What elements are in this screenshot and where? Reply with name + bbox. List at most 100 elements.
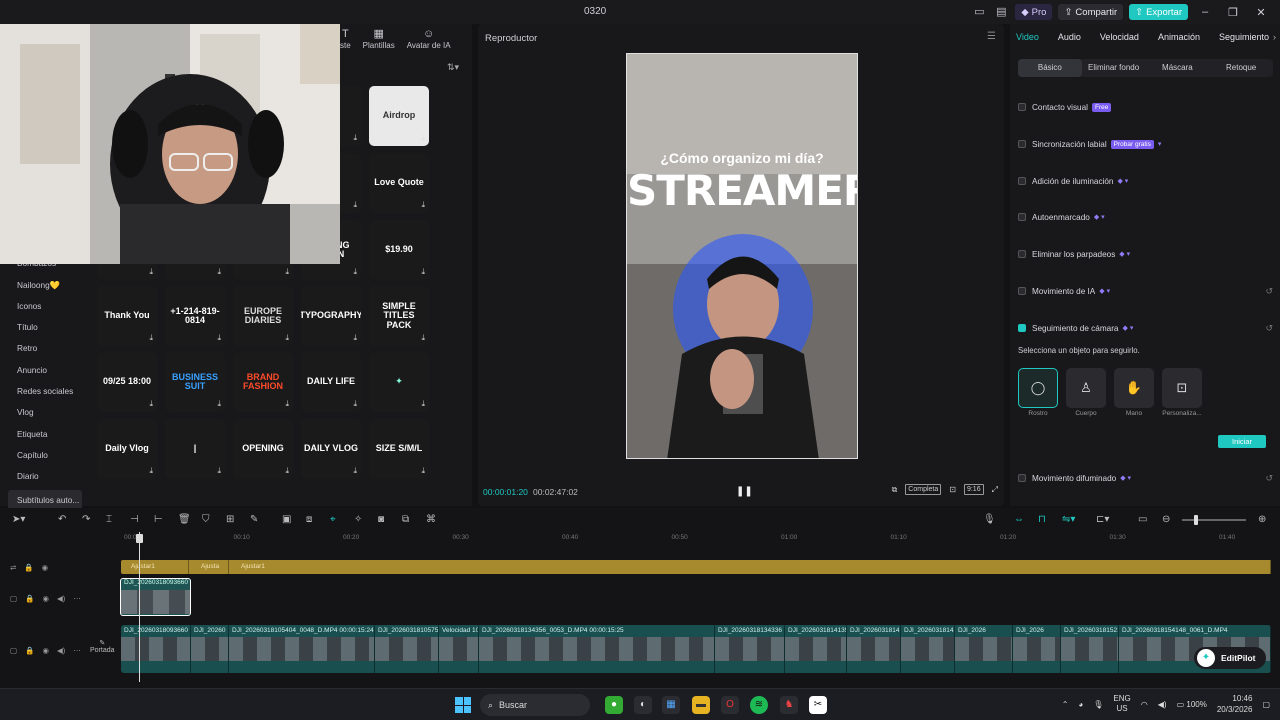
- magnet-icon[interactable]: ⊓: [1038, 514, 1046, 525]
- wifi-icon[interactable]: ◠: [1141, 700, 1148, 709]
- more-icon[interactable]: ⋯: [73, 646, 81, 655]
- property-row[interactable]: Autoenmarcado ◆ ▾: [1018, 209, 1273, 225]
- preview-icon[interactable]: ⊏▾: [1096, 514, 1109, 525]
- taskbar-search[interactable]: ⌕ Buscar: [480, 694, 590, 716]
- volume-icon[interactable]: ◀): [1158, 700, 1167, 709]
- timeline-clip[interactable]: DJI_20260318105404_0048_D.MP4 00:00:15:2…: [229, 625, 375, 673]
- timeline-clip[interactable]: DJI_20260318134336: [715, 625, 785, 673]
- undo-icon[interactable]: ↶: [58, 514, 66, 525]
- download-icon[interactable]: ⤓: [353, 267, 357, 277]
- property-checkbox[interactable]: [1018, 250, 1026, 258]
- lock-icon[interactable]: 🔒: [24, 563, 33, 572]
- pen-icon[interactable]: ✎: [250, 514, 258, 525]
- reset-icon[interactable]: ↺: [1265, 286, 1273, 297]
- timeline-clip[interactable]: DJI_20260318105752_004: [375, 625, 439, 673]
- snap-icon[interactable]: ⇋▾: [1062, 514, 1075, 525]
- monitor-icon[interactable]: ▤: [993, 5, 1009, 19]
- shield-icon[interactable]: ⛉: [202, 514, 210, 525]
- pause-button[interactable]: ❚❚: [736, 486, 753, 497]
- template-tile[interactable]: 09/25 18:00 ⤓: [97, 352, 157, 412]
- select-icon[interactable]: ➤▾: [12, 514, 25, 525]
- adjust-clip[interactable]: Ajusta: [191, 560, 229, 574]
- template-tile[interactable]: DAILY LIFE ⤓: [301, 352, 361, 412]
- download-icon[interactable]: ⤓: [149, 399, 153, 409]
- menu-icon[interactable]: ☰: [987, 31, 996, 42]
- category-item[interactable]: Retro: [8, 338, 82, 359]
- start-button[interactable]: Iniciar: [1218, 435, 1266, 448]
- template-tile[interactable]: SIZE S/M/L ⤓: [369, 419, 429, 479]
- time-ruler[interactable]: 00:00 00:10 00:20 00:30 00:40 00:50 01:00 01:10…: [122, 532, 1280, 546]
- follow-option-cuerpo[interactable]: ♙: [1066, 368, 1106, 408]
- property-row[interactable]: Contacto visual Free: [1018, 99, 1273, 115]
- adjust-clip[interactable]: Ajustar1: [121, 560, 189, 574]
- notification-icon[interactable]: ▢: [1262, 700, 1270, 709]
- audio-icon[interactable]: ◀): [57, 646, 65, 655]
- maximize-icon[interactable]: ❐: [1222, 6, 1244, 19]
- timeline-clip[interactable]: DJI_2026: [1013, 625, 1061, 673]
- template-tile[interactable]: +1-214-819-0814 ⤓: [165, 286, 225, 346]
- mask-icon[interactable]: ◙: [378, 514, 384, 525]
- tab-animación[interactable]: Animación: [1158, 32, 1200, 42]
- template-tile[interactable]: DAILY VLOG ⤓: [301, 419, 361, 479]
- blur-motion-row[interactable]: Movimiento difuminado ◆ ▾ ↺: [1018, 470, 1273, 486]
- battery-indicator[interactable]: ▭ 100%: [1177, 700, 1207, 709]
- playhead[interactable]: [139, 532, 140, 682]
- copilot-icon[interactable]: ◐: [634, 696, 652, 714]
- split-icon[interactable]: ⌶: [106, 514, 112, 525]
- category-item[interactable]: Capítulo: [8, 445, 82, 466]
- minimize-icon[interactable]: –: [1194, 6, 1216, 18]
- download-icon[interactable]: ⤓: [217, 267, 221, 277]
- category-item[interactable]: Título: [8, 317, 82, 338]
- template-tile[interactable]: | ⤓: [165, 419, 225, 479]
- trim-right-icon[interactable]: ⊢: [154, 514, 163, 525]
- crop-icon[interactable]: ⧉: [892, 485, 898, 495]
- subtab-item[interactable]: Retoque: [1209, 59, 1273, 77]
- audio-icon[interactable]: ◀): [57, 594, 65, 603]
- eye-icon[interactable]: ◉: [42, 563, 49, 572]
- fullscreen-icon[interactable]: ⤢: [992, 485, 998, 495]
- subtab-item[interactable]: Máscara: [1146, 59, 1210, 77]
- windows-start-icon[interactable]: [455, 697, 471, 713]
- freeze-icon[interactable]: ⧈: [306, 514, 312, 525]
- magic-icon[interactable]: ✧: [354, 514, 362, 525]
- template-tile[interactable]: ✦ ⤓: [369, 352, 429, 412]
- download-icon[interactable]: ⤓: [421, 333, 425, 343]
- opera-icon[interactable]: O: [721, 696, 739, 714]
- mic-icon[interactable]: 🎙: [1093, 700, 1103, 709]
- tray-app-icon[interactable]: ◕: [1078, 700, 1083, 709]
- ratio-button[interactable]: 9:16: [963, 484, 984, 495]
- template-tile[interactable]: BUSINESS SUIT ⤓: [165, 352, 225, 412]
- download-icon[interactable]: ⤓: [285, 333, 289, 343]
- property-checkbox[interactable]: [1018, 213, 1026, 221]
- category-item[interactable]: Anuncio: [8, 360, 82, 381]
- track-icon[interactable]: ▢: [10, 594, 17, 603]
- download-icon[interactable]: ⤓: [285, 466, 289, 476]
- download-icon[interactable]: ⤓: [217, 466, 221, 476]
- track-settings-icon[interactable]: ⇌: [10, 563, 16, 572]
- editpilot-button[interactable]: ✦ EditPilot: [1194, 647, 1266, 669]
- download-icon[interactable]: ⤓: [353, 133, 357, 143]
- layout-icon[interactable]: ▭: [971, 5, 987, 19]
- download-icon[interactable]: ⤓: [421, 200, 425, 210]
- snapshot-icon[interactable]: ⊡: [949, 485, 956, 494]
- close-icon[interactable]: ✕: [1250, 6, 1272, 19]
- tab-audio[interactable]: Audio: [1058, 32, 1081, 42]
- timeline-clip[interactable]: DJI_20260318142448: [901, 625, 955, 673]
- property-checkbox[interactable]: [1018, 287, 1026, 295]
- download-icon[interactable]: ⤓: [421, 399, 425, 409]
- category-item[interactable]: Etiqueta: [8, 424, 82, 445]
- reset-icon[interactable]: ↺: [1265, 323, 1273, 334]
- template-tile[interactable]: TYPOGRAPHY ⤓: [301, 286, 361, 346]
- template-tile[interactable]: $19.90 ⤓: [369, 220, 429, 280]
- property-row[interactable]: Movimiento de IA ◆ ▾ ↺: [1018, 283, 1273, 299]
- reset-icon[interactable]: ↺: [1265, 473, 1273, 484]
- overlay-clip[interactable]: DJI_20260318093660: [120, 578, 191, 616]
- redo-icon[interactable]: ↷: [82, 514, 90, 525]
- download-icon[interactable]: ⤓: [353, 333, 357, 343]
- lock-icon[interactable]: 🔒: [25, 646, 34, 655]
- capcut-icon[interactable]: ✂: [809, 696, 827, 714]
- timeline-clip[interactable]: Velocidad 10: [439, 625, 479, 673]
- download-icon[interactable]: ⤓: [353, 200, 357, 210]
- timeline-clip[interactable]: DJI_2026: [955, 625, 1013, 673]
- template-tile[interactable]: EUROPE DIARIES ⤓: [233, 286, 293, 346]
